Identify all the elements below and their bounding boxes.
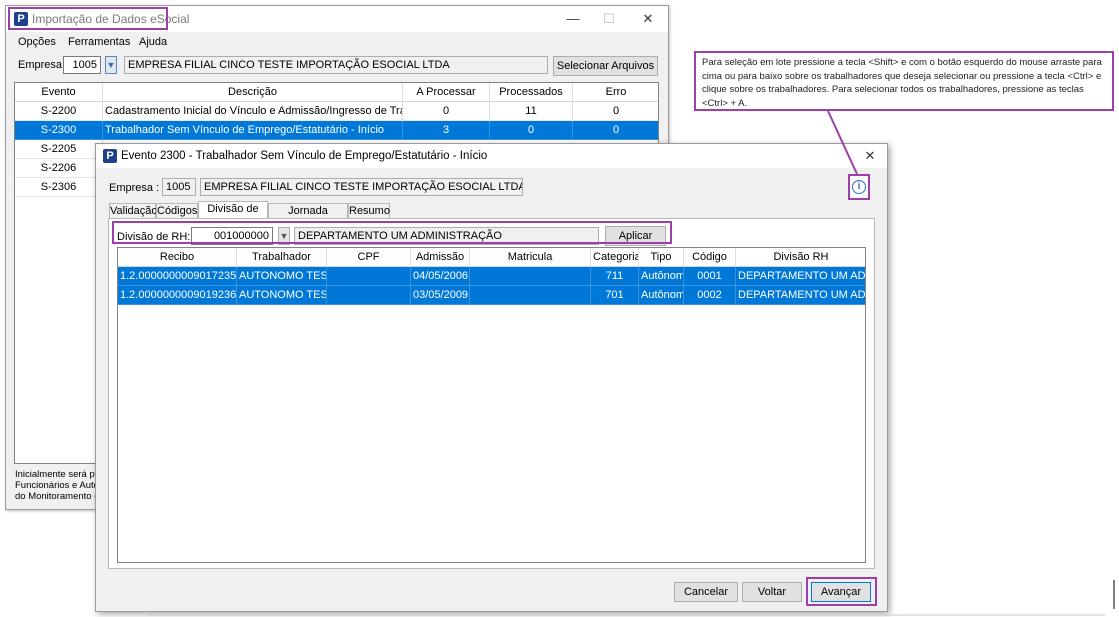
cell-evento: S-2300 [15, 121, 103, 140]
col-recibo[interactable]: Recibo [118, 248, 237, 267]
tab-jornada-trabalho[interactable]: Jornada Trabalho [268, 203, 348, 232]
empresa-name-field: EMPRESA FILIAL CINCO TESTE IMPORTAÇÃO ES… [124, 56, 548, 74]
cancel-button[interactable]: Cancelar [674, 582, 738, 602]
tab-validacao[interactable]: Validação [109, 203, 158, 218]
footer-line: Inicialmente será po [15, 469, 101, 480]
col-categoria[interactable]: Categoria [591, 248, 639, 267]
tab-codigos[interactable]: Códigos [156, 203, 198, 218]
menu-ferramentas[interactable]: Ferramentas [68, 36, 130, 48]
cell-erro: 0 [573, 102, 658, 121]
cell-admissao: 03/05/2009 [411, 286, 470, 305]
col-tipo[interactable]: Tipo [639, 248, 684, 267]
tab-resumo[interactable]: Resumo [348, 203, 390, 218]
divisao-rh-panel: Divisão de RH: 001000000 ▼ DEPARTAMENTO … [108, 218, 875, 569]
col-matricula[interactable]: Matricula [470, 248, 591, 267]
minimize-icon[interactable]: — [562, 10, 584, 28]
close-icon[interactable]: ✕ [637, 10, 659, 28]
cell-codigo: 0002 [684, 286, 736, 305]
workers-grid-header: Recibo Trabalhador CPF Admissão Matricul… [118, 248, 865, 267]
cell-tipo: Autônomo [639, 286, 684, 305]
footer-line: Funcionários e Autô [15, 480, 99, 491]
empresa-name-field: EMPRESA FILIAL CINCO TESTE IMPORTAÇÃO ES… [200, 178, 523, 196]
table-row[interactable]: 1.2.0000000009019236502 AUTONOMO TES... … [118, 286, 865, 305]
cell-categoria: 711 [591, 267, 639, 286]
lookup-icon[interactable]: ▼ [105, 56, 117, 74]
cell-evento: S-2200 [15, 102, 103, 121]
event-dialog: P Evento 2300 - Trabalhador Sem Vínculo … [95, 143, 888, 612]
info-icon: i [852, 180, 866, 194]
event-dialog-titlebar: P Evento 2300 - Trabalhador Sem Vínculo … [96, 144, 887, 168]
maximize-icon[interactable]: ☐ [598, 10, 620, 28]
cell-processados: 11 [490, 102, 573, 121]
footer-line: do Monitoramento d [15, 491, 100, 502]
app-logo-icon: P [103, 149, 117, 163]
col-trabalhador[interactable]: Trabalhador [237, 248, 327, 267]
events-grid-header: Evento Descrição A Processar Processados… [15, 83, 658, 102]
cell-trabalhador: AUTONOMO TES... [237, 267, 327, 286]
cell-cpf [327, 267, 411, 286]
select-files-button[interactable]: Selecionar Arquivos [553, 56, 658, 76]
divisao-highlight-box [112, 221, 672, 244]
cell-trabalhador: AUTONOMO TES... [237, 286, 327, 305]
cell-evento: S-2205 [15, 140, 103, 159]
cell-recibo: 1.2.0000000009019236502 [118, 286, 237, 305]
cell-divisao: DEPARTAMENTO UM AD... [736, 267, 865, 286]
cell-divisao: DEPARTAMENTO UM AD... [736, 286, 865, 305]
col-processados[interactable]: Processados [490, 83, 573, 102]
table-row[interactable]: S-2200 Cadastramento Inicial do Vínculo … [15, 102, 658, 121]
col-divisao-rh[interactable]: Divisão RH [736, 248, 865, 267]
cell-matricula [470, 267, 591, 286]
info-button[interactable]: i [848, 174, 870, 200]
empresa-code-field[interactable]: 1005 [63, 56, 101, 74]
table-row[interactable]: 1.2.0000000009017235512 AUTONOMO TES... … [118, 267, 865, 286]
cell-codigo: 0001 [684, 267, 736, 286]
cell-erro: 0 [573, 121, 658, 140]
col-erro[interactable]: Erro [573, 83, 658, 102]
col-admissao[interactable]: Admissão [411, 248, 470, 267]
cell-a-processar: 0 [403, 102, 490, 121]
empresa-code-field: 1005 [162, 178, 196, 196]
cell-matricula [470, 286, 591, 305]
empresa-label: Empresa : [109, 182, 160, 194]
cell-a-processar: 3 [403, 121, 490, 140]
next-highlight-box [806, 577, 877, 606]
workers-grid: Recibo Trabalhador CPF Admissão Matricul… [117, 247, 866, 563]
cell-evento: S-2306 [15, 178, 103, 197]
cell-categoria: 701 [591, 286, 639, 305]
col-cpf[interactable]: CPF [327, 248, 411, 267]
col-descricao[interactable]: Descrição [103, 83, 403, 102]
tab-divisao-rh[interactable]: Divisão de RH [198, 201, 268, 230]
empresa-label: Empresa : [18, 59, 69, 71]
cell-cpf [327, 286, 411, 305]
back-button[interactable]: Voltar [742, 582, 802, 602]
col-a-processar[interactable]: A Processar [403, 83, 490, 102]
cell-descricao: Cadastramento Inicial do Vínculo e Admis… [103, 102, 403, 121]
cell-admissao: 04/05/2006 [411, 267, 470, 286]
footer-note: Inicialmente será po Funcionários e Autô… [15, 469, 100, 502]
cell-recibo: 1.2.0000000009017235512 [118, 267, 237, 286]
event-dialog-title: Evento 2300 - Trabalhador Sem Vínculo de… [121, 150, 488, 162]
col-codigo[interactable]: Código [684, 248, 736, 267]
cell-evento: S-2206 [15, 159, 103, 178]
title-highlight-box [8, 7, 168, 30]
menu-ajuda[interactable]: Ajuda [139, 36, 167, 48]
col-evento[interactable]: Evento [15, 83, 103, 102]
menu-opcoes[interactable]: Opções [18, 36, 56, 48]
table-row[interactable]: S-2300 Trabalhador Sem Vínculo de Empreg… [15, 121, 658, 140]
cell-descricao: Trabalhador Sem Vínculo de Emprego/Estat… [103, 121, 403, 140]
menu-bar: Opções Ferramentas Ajuda [6, 33, 668, 53]
cell-tipo: Autônomo [639, 267, 684, 286]
selection-hint-callout: Para seleção em lote pressione a tecla <… [694, 51, 1114, 111]
close-icon[interactable]: ✕ [859, 147, 881, 165]
cell-processados: 0 [490, 121, 573, 140]
